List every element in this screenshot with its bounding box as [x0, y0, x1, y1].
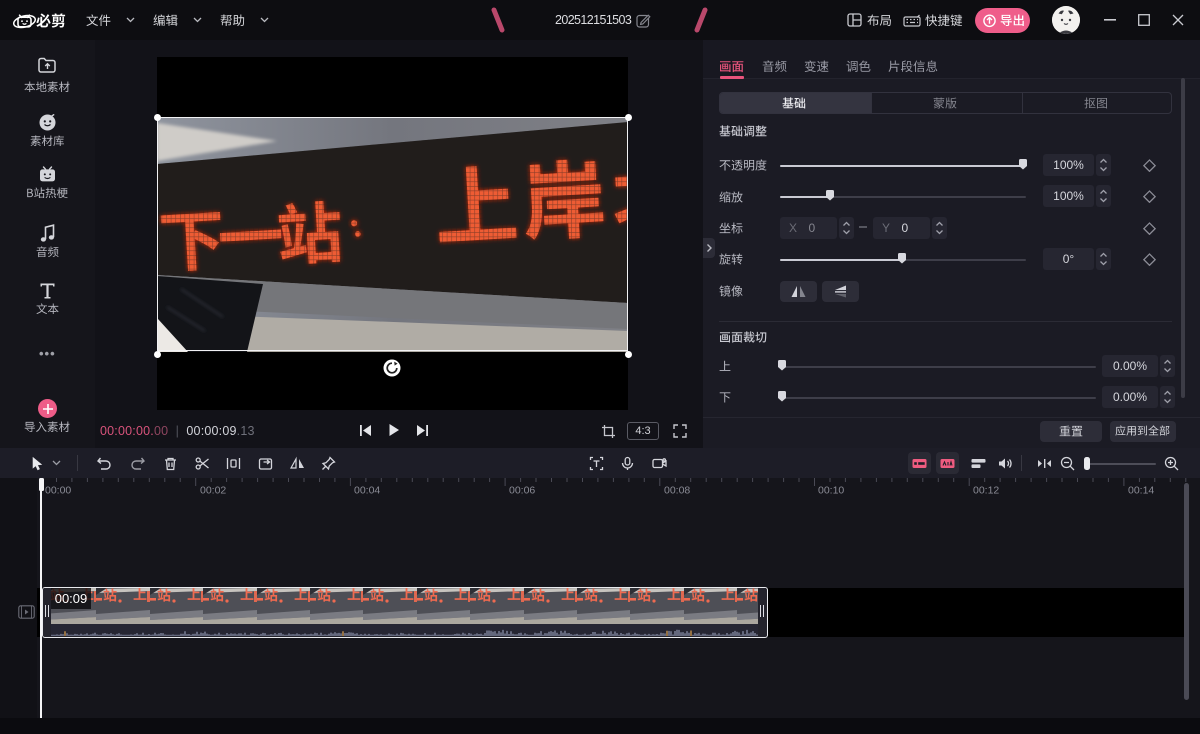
svg-text:00:04: 00:04	[354, 485, 380, 497]
svg-text:00:00: 00:00	[45, 485, 71, 497]
svg-text:00:02: 00:02	[200, 485, 226, 497]
svg-text:00:14: 00:14	[1128, 485, 1154, 497]
svg-text:00:06: 00:06	[509, 485, 535, 497]
svg-text:00:08: 00:08	[664, 485, 690, 497]
svg-text:00:12: 00:12	[973, 485, 999, 497]
svg-text:00:10: 00:10	[818, 485, 844, 497]
